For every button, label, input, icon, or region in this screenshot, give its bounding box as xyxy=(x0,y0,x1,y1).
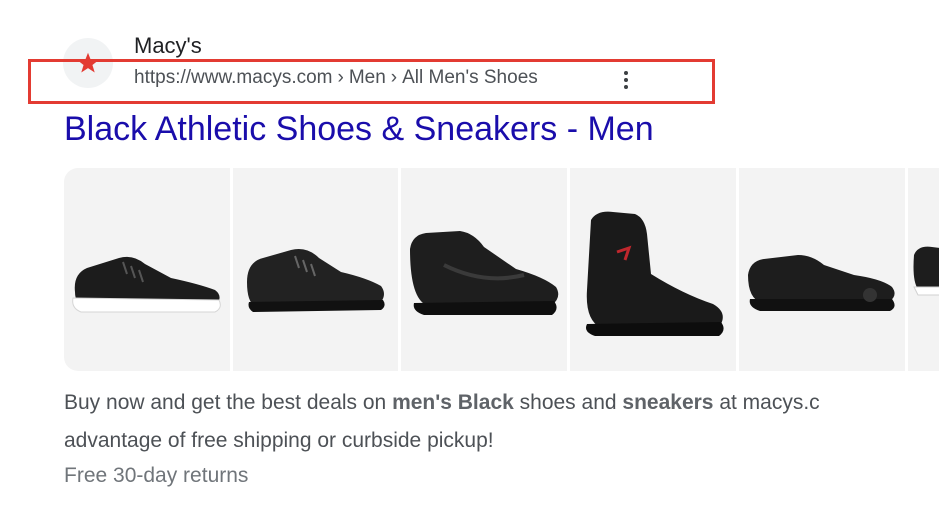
snippet-line-2: advantage of free shipping or curbside p… xyxy=(64,429,494,452)
more-options-button[interactable] xyxy=(616,66,636,94)
breadcrumb-separator: › xyxy=(390,67,398,88)
sneaker-image xyxy=(72,256,221,312)
sneaker-image xyxy=(586,211,724,336)
result-title-link[interactable]: Black Athletic Shoes & Sneakers - Men xyxy=(64,110,654,149)
shoe-image-2[interactable] xyxy=(233,168,398,371)
snippet-text: at macys.c xyxy=(713,391,820,414)
site-name[interactable]: Macy's xyxy=(134,33,202,59)
sneaker-image xyxy=(913,246,939,295)
returns-info: Free 30-day returns xyxy=(64,464,249,487)
image-carousel[interactable] xyxy=(64,168,939,371)
three-dots-vertical-icon xyxy=(624,71,628,89)
sneaker-image xyxy=(246,248,385,312)
snippet-bold-text: sneakers xyxy=(622,391,714,414)
sneaker-image xyxy=(748,254,895,311)
breadcrumb-separator: › xyxy=(337,67,344,88)
shoe-image-4[interactable] xyxy=(570,168,736,371)
shoe-image-3[interactable] xyxy=(401,168,567,371)
shoe-image-1[interactable] xyxy=(64,168,230,371)
shoe-image-6[interactable] xyxy=(908,168,939,371)
snippet-text: shoes and xyxy=(513,391,623,414)
site-favicon[interactable] xyxy=(63,38,113,88)
breadcrumb-item-all-mens-shoes: All Men's Shoes xyxy=(402,67,538,88)
sneaker-image xyxy=(410,230,559,315)
snippet-bold-text: men's Black xyxy=(392,391,514,414)
url-domain: https://www.macys.com xyxy=(134,67,333,88)
star-icon xyxy=(77,52,99,73)
snippet-line-1: Buy now and get the best deals on men's … xyxy=(64,384,939,422)
snippet-text: Buy now and get the best deals on xyxy=(64,391,393,414)
breadcrumb-url[interactable]: https://www.macys.com › Men › All Men's … xyxy=(134,67,538,89)
result-snippet: Buy now and get the best deals on men's … xyxy=(64,384,939,460)
shoe-image-5[interactable] xyxy=(739,168,905,371)
breadcrumb-item-men: Men xyxy=(348,67,386,88)
